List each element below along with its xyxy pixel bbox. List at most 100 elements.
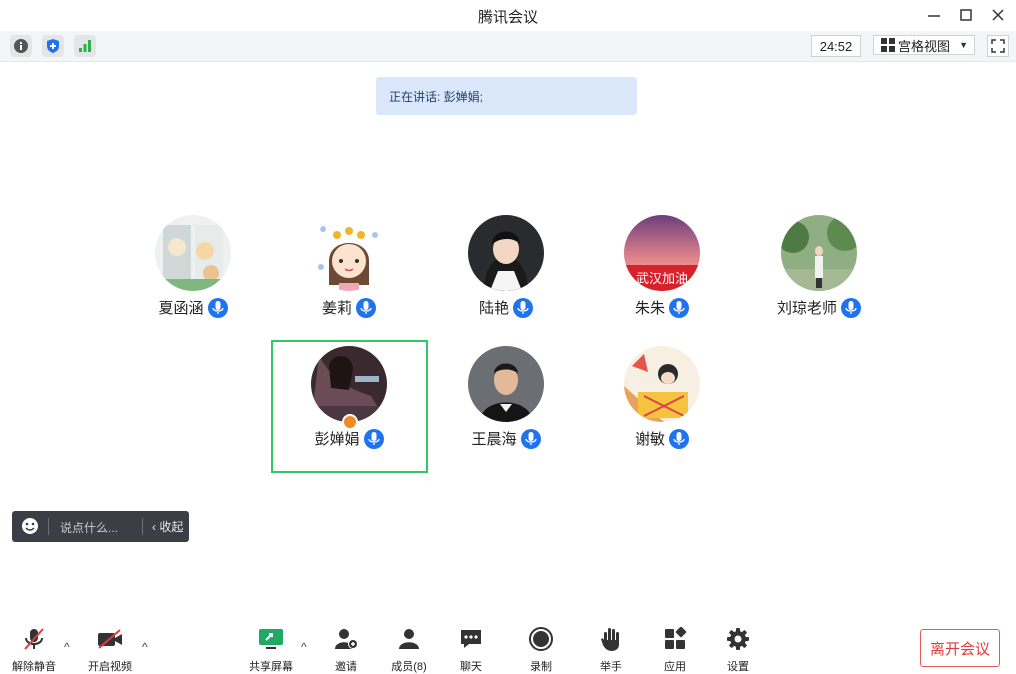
video-options-chevron-icon[interactable]: ^: [142, 640, 152, 654]
microphone-muted-icon: [24, 628, 44, 650]
bottom-toolbar: 解除静音 ^ 开启视频 ^ 共享屏幕 ^ 邀请 成员(8) 聊天 录制 举手 应…: [0, 620, 1016, 673]
avatar: [311, 346, 387, 422]
emoji-button[interactable]: [21, 517, 39, 535]
participant-tile[interactable]: 姜莉: [271, 211, 427, 343]
signal-icon: [79, 40, 91, 52]
share-screen-icon: [259, 629, 283, 649]
shield-icon: [47, 39, 59, 53]
record-label: 录制: [530, 661, 552, 673]
microphone-icon: [841, 297, 861, 318]
info-icon: [14, 39, 28, 53]
fullscreen-icon: [991, 39, 1005, 53]
emoji-icon: [22, 518, 38, 534]
chat-quick-bar: 说点什么... ‹ 收起: [12, 511, 189, 542]
collapse-label: 收起: [159, 520, 184, 534]
security-button[interactable]: [42, 35, 64, 57]
microphone-icon: [363, 428, 384, 449]
title-bar: 腾讯会议: [0, 0, 1016, 31]
invite-button[interactable]: 邀请: [321, 626, 371, 674]
participant-tile-active[interactable]: 彭婵娟: [271, 342, 427, 474]
microphone-icon: [669, 297, 689, 318]
meeting-info-button[interactable]: [10, 35, 32, 57]
avatar: [468, 215, 544, 291]
audio-options-chevron-icon[interactable]: ^: [64, 640, 74, 654]
settings-button[interactable]: 设置: [713, 626, 763, 674]
avatar: [468, 346, 544, 422]
invite-label: 邀请: [335, 661, 357, 673]
avatar-text: 武汉加油: [636, 272, 688, 287]
microphone-icon: [513, 297, 533, 318]
raise-hand-button[interactable]: 举手: [586, 626, 636, 674]
members-button[interactable]: 成员(8): [384, 626, 434, 674]
chat-label: 聊天: [460, 661, 482, 673]
avatar: [311, 215, 387, 291]
collapse-button[interactable]: ‹ 收起: [152, 518, 183, 535]
settings-label: 设置: [727, 661, 749, 673]
microphone-icon: [669, 428, 689, 449]
grid-icon: [881, 38, 895, 52]
chevron-left-icon: ‹: [152, 520, 156, 534]
apps-button[interactable]: 应用: [650, 626, 700, 674]
participant-tile[interactable]: 夏函涵: [115, 211, 271, 343]
participant-tile[interactable]: 王晨海: [428, 342, 584, 474]
close-icon: [992, 9, 1004, 21]
participant-name: 陆艳: [478, 300, 509, 317]
people-icon: [399, 629, 419, 649]
avatar: [155, 215, 231, 291]
record-icon: [529, 627, 553, 651]
participant-name: 姜莉: [321, 300, 352, 317]
start-video-button[interactable]: 开启视频: [85, 626, 135, 674]
camera-off-icon: [98, 629, 122, 649]
avatar: [781, 215, 857, 291]
share-screen-label: 共享屏幕: [249, 661, 293, 673]
hand-icon: [601, 628, 619, 651]
apps-label: 应用: [664, 661, 686, 673]
participant-tile[interactable]: 刘琼老师: [741, 211, 897, 343]
divider: [142, 518, 143, 535]
chevron-down-icon: ▼: [959, 40, 968, 50]
participant-name: 刘琼老师: [776, 300, 837, 317]
meeting-timer: 24:52: [811, 35, 861, 57]
share-options-chevron-icon[interactable]: ^: [301, 640, 311, 654]
microphone-icon: [207, 297, 228, 318]
close-button[interactable]: [984, 3, 1012, 27]
unmute-label: 解除静音: [12, 661, 56, 673]
microphone-icon: [520, 428, 541, 449]
chat-bubble-icon: [461, 630, 481, 648]
network-button[interactable]: [74, 35, 96, 57]
avatar: 武汉加油: [624, 215, 700, 291]
participant-name: 王晨海: [471, 431, 517, 448]
record-button[interactable]: 录制: [516, 626, 566, 674]
participant-name: 谢敏: [634, 431, 665, 448]
maximize-button[interactable]: [952, 3, 980, 27]
divider: [48, 518, 49, 535]
minimize-icon: [928, 15, 940, 17]
speaking-banner: 正在讲话: 彭婵娟;: [376, 77, 637, 115]
unmute-button[interactable]: 解除静音: [9, 626, 59, 674]
maximize-icon: [960, 9, 972, 21]
chat-input[interactable]: 说点什么...: [60, 519, 118, 536]
participant-name: 夏函涵: [158, 300, 204, 317]
avatar: [624, 346, 700, 422]
view-mode-dropdown[interactable]: 宫格视图 ▼: [873, 35, 975, 55]
leave-meeting-button[interactable]: 离开会议: [920, 629, 1000, 667]
raise-hand-label: 举手: [600, 661, 622, 673]
members-label: 成员(8): [391, 661, 427, 673]
chat-button[interactable]: 聊天: [446, 626, 496, 674]
participant-name: 朱朱: [634, 300, 665, 317]
microphone-icon: [356, 297, 376, 318]
fullscreen-button[interactable]: [987, 35, 1009, 57]
participant-tile[interactable]: 武汉加油 朱朱: [584, 211, 740, 343]
participant-tile[interactable]: 陆艳: [428, 211, 584, 343]
apps-icon: [665, 627, 687, 649]
window-title: 腾讯会议: [477, 9, 538, 26]
minimize-button[interactable]: [920, 3, 948, 27]
start-video-label: 开启视频: [88, 661, 132, 673]
participant-tile[interactable]: 谢敏: [584, 342, 740, 474]
gear-icon: [727, 628, 749, 650]
add-person-icon: [335, 629, 358, 649]
view-mode-label: 宫格视图: [898, 38, 951, 54]
meeting-info-bar: 24:52 宫格视图 ▼: [0, 31, 1016, 62]
share-screen-button[interactable]: 共享屏幕: [246, 626, 296, 674]
participant-name: 彭婵娟: [314, 431, 360, 448]
